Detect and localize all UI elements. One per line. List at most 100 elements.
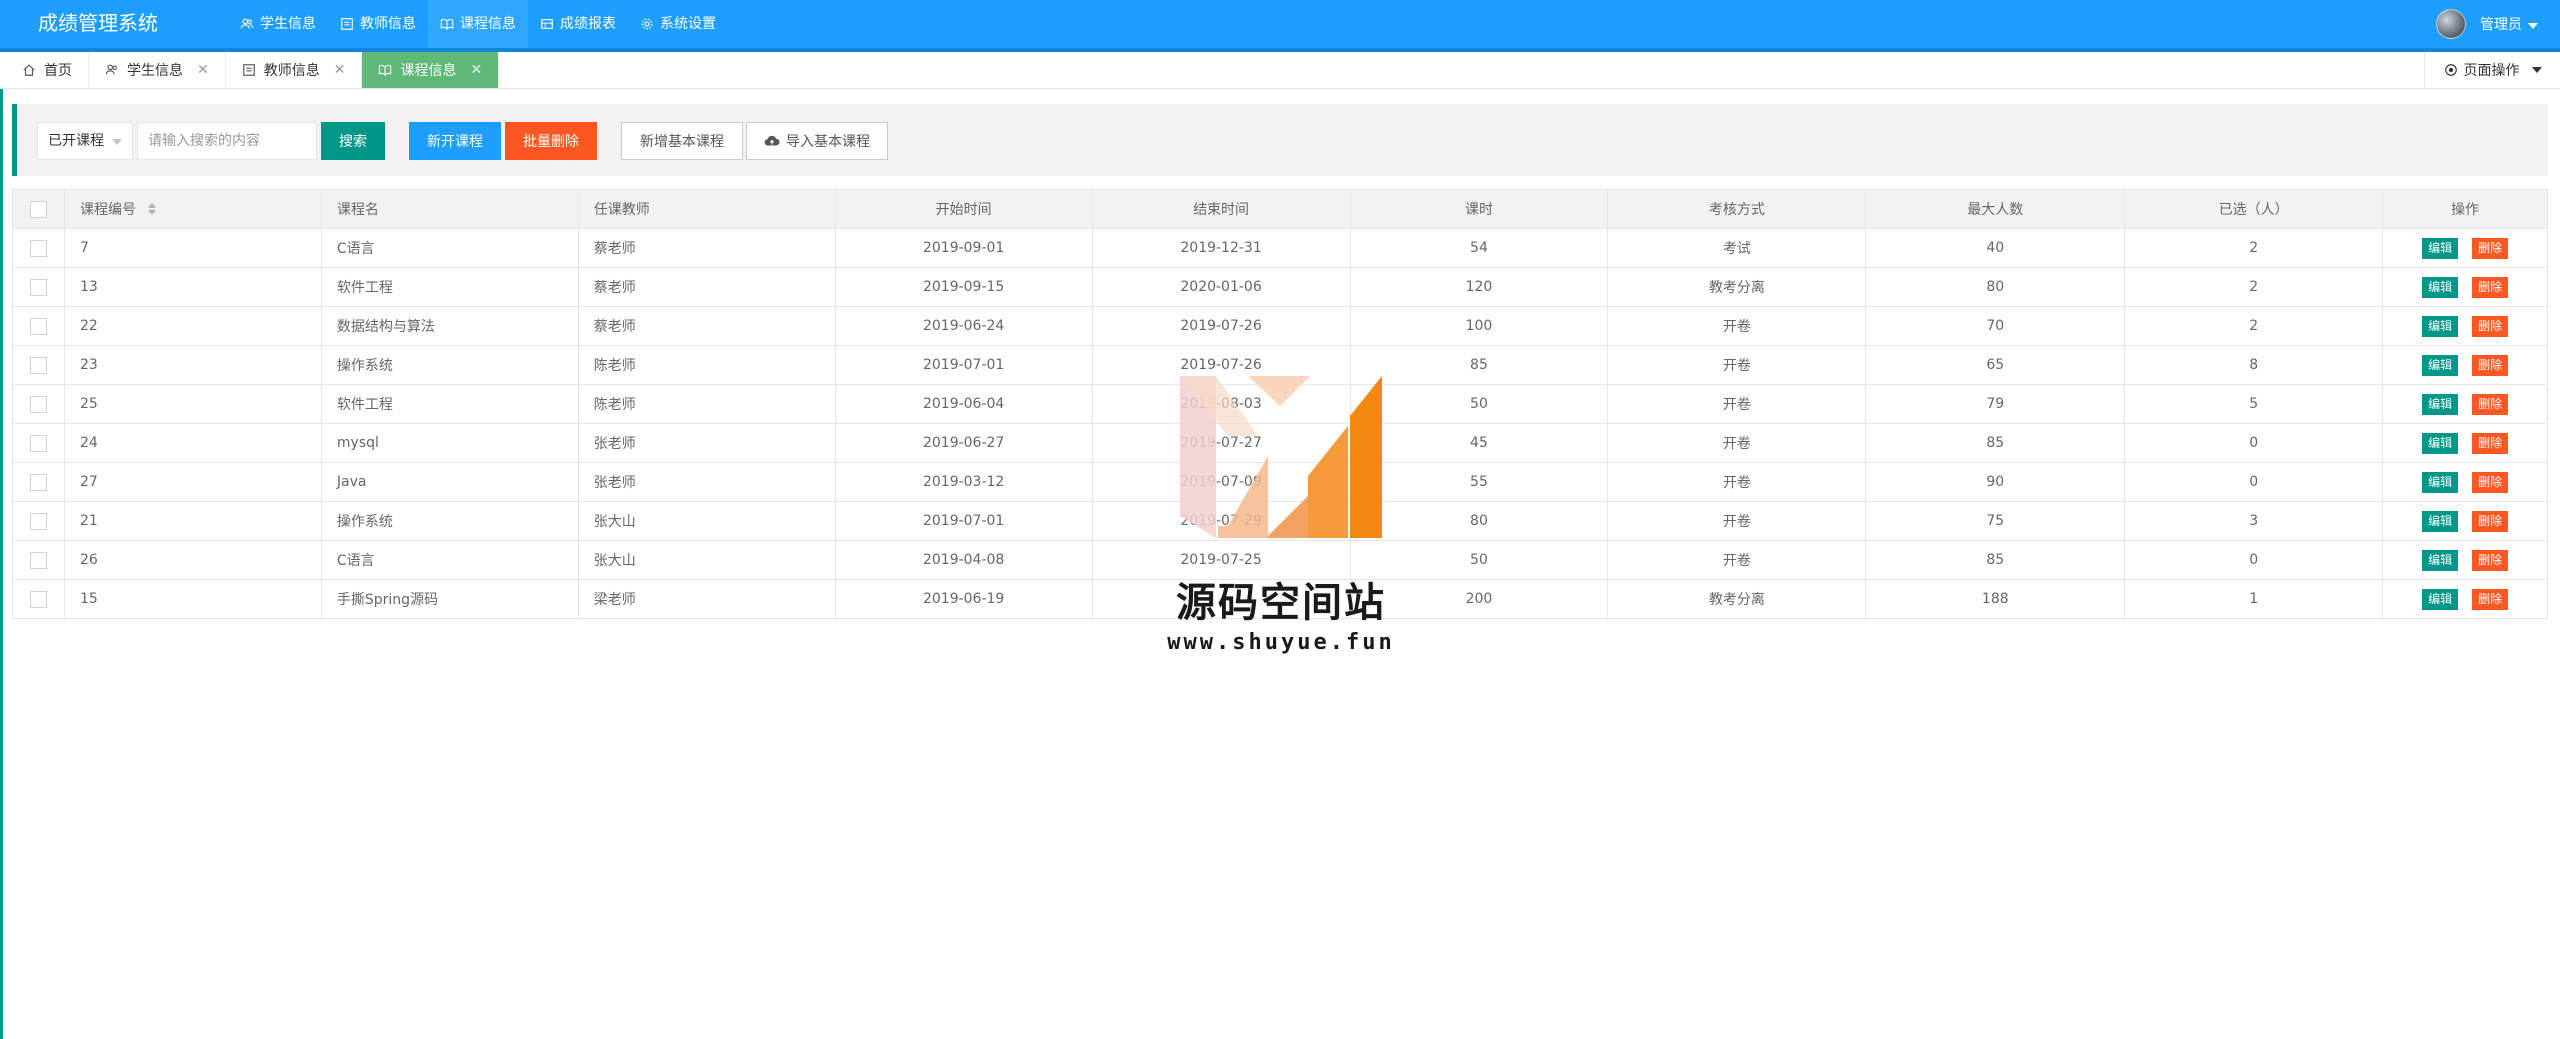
cell-course-id: 23 bbox=[65, 346, 322, 384]
cell-start-time: 2019-06-24 bbox=[836, 307, 1093, 345]
cell-end-time: 2019-08-03 bbox=[1093, 385, 1351, 423]
delete-button[interactable]: 删除 bbox=[2472, 276, 2509, 298]
edit-button[interactable]: 编辑 bbox=[2422, 510, 2459, 532]
cell-actions: 编辑 删除 bbox=[2383, 229, 2549, 267]
delete-button[interactable]: 删除 bbox=[2472, 237, 2509, 259]
table-row[interactable]: 25 软件工程 陈老师 2019-06-04 2019-08-03 50 开卷 79 5 编辑 删除 bbox=[13, 385, 2549, 424]
tab-home[interactable]: 首页 bbox=[6, 52, 89, 88]
row-checkbox[interactable] bbox=[29, 278, 47, 296]
select-all-checkbox[interactable] bbox=[29, 200, 47, 218]
tab-label: 首页 bbox=[44, 63, 72, 79]
edit-button[interactable]: 编辑 bbox=[2422, 354, 2459, 376]
edit-button[interactable]: 编辑 bbox=[2422, 393, 2459, 415]
cell-actions: 编辑 删除 bbox=[2383, 580, 2549, 618]
table-row[interactable]: 23 操作系统 陈老师 2019-07-01 2019-07-26 85 开卷 65 8 编辑 删除 bbox=[13, 346, 2549, 385]
cell-course-name: 操作系统 bbox=[322, 502, 579, 540]
delete-button[interactable]: 删除 bbox=[2472, 549, 2509, 571]
search-input[interactable] bbox=[137, 122, 317, 160]
close-icon[interactable]: ✕ bbox=[470, 62, 482, 78]
batch-delete-button[interactable]: 批量删除 bbox=[505, 122, 597, 160]
table-row[interactable]: 7 C语言 蔡老师 2019-09-01 2019-12-31 54 考试 40 2 编辑 删除 bbox=[13, 229, 2549, 268]
close-icon[interactable]: ✕ bbox=[334, 62, 346, 78]
row-checkbox-cell bbox=[13, 307, 65, 345]
row-checkbox-cell bbox=[13, 502, 65, 540]
user-menu[interactable]: 管理员 bbox=[2436, 0, 2538, 48]
row-checkbox[interactable] bbox=[29, 434, 47, 452]
id-card-icon bbox=[341, 18, 353, 30]
edit-button[interactable]: 编辑 bbox=[2422, 549, 2459, 571]
cell-end-time: 2019-07-09 bbox=[1093, 463, 1351, 501]
row-checkbox-cell bbox=[13, 229, 65, 267]
table-row[interactable]: 22 数据结构与算法 蔡老师 2019-06-24 2019-07-26 100 开卷 70 2… bbox=[13, 307, 2549, 346]
cell-start-time: 2019-06-19 bbox=[836, 580, 1093, 618]
nav-item-students[interactable]: 学生信息 bbox=[228, 0, 328, 48]
row-checkbox[interactable] bbox=[29, 356, 47, 374]
row-checkbox[interactable] bbox=[29, 551, 47, 569]
cell-teacher: 蔡老师 bbox=[579, 307, 836, 345]
cell-exam-type: 开卷 bbox=[1608, 502, 1867, 540]
delete-button[interactable]: 删除 bbox=[2472, 393, 2509, 415]
nav-item-courses[interactable]: 课程信息 bbox=[428, 0, 528, 48]
cell-max-students: 40 bbox=[1866, 229, 2126, 267]
table-row[interactable]: 24 mysql 张老师 2019-06-27 2019-07-27 45 开卷 85 0 编辑删… bbox=[13, 424, 2549, 463]
table-row[interactable]: 21 操作系统 张大山 2019-07-01 2019-07-29 80 开卷 75 3 编辑 删除 bbox=[13, 502, 2549, 541]
course-status-select[interactable]: 已开课程 bbox=[37, 122, 133, 160]
nav-item-settings[interactable]: 系统设置 bbox=[628, 0, 728, 48]
row-checkbox[interactable] bbox=[29, 317, 47, 335]
search-button[interactable]: 搜索 bbox=[321, 122, 385, 160]
import-basic-course-button[interactable]: 导入基本课程 bbox=[746, 122, 888, 160]
row-checkbox-cell bbox=[13, 541, 65, 579]
delete-button[interactable]: 删除 bbox=[2472, 315, 2509, 337]
watermark-title: 源码空间站 bbox=[1176, 580, 1386, 626]
delete-button[interactable]: 删除 bbox=[2472, 432, 2509, 454]
delete-button[interactable]: 删除 bbox=[2472, 471, 2509, 493]
app-logo[interactable]: 成绩管理系统 bbox=[38, 0, 158, 48]
cell-exam-type: 开卷 bbox=[1608, 541, 1867, 579]
avatar[interactable] bbox=[2436, 9, 2466, 39]
tab-teachers[interactable]: 教师信息 ✕ bbox=[226, 52, 363, 88]
header-course-id[interactable]: 课程编号 bbox=[65, 190, 322, 228]
cell-start-time: 2019-07-01 bbox=[836, 502, 1093, 540]
row-checkbox[interactable] bbox=[29, 473, 47, 491]
table-row[interactable]: 13 软件工程 蔡老师 2019-09-15 2020-01-06 120 教考分离 80 2 编… bbox=[13, 268, 2549, 307]
sort-icon[interactable] bbox=[147, 203, 156, 215]
cell-course-id: 27 bbox=[65, 463, 322, 501]
row-checkbox[interactable] bbox=[29, 590, 47, 608]
tab-courses[interactable]: 课程信息 ✕ bbox=[362, 52, 500, 88]
nav-item-reports[interactable]: 成绩报表 bbox=[528, 0, 628, 48]
cell-exam-type: 开卷 bbox=[1608, 385, 1867, 423]
edit-button[interactable]: 编辑 bbox=[2422, 432, 2459, 454]
add-basic-course-button[interactable]: 新增基本课程 bbox=[621, 122, 743, 160]
close-icon[interactable]: ✕ bbox=[197, 62, 209, 78]
cell-selected: 0 bbox=[2125, 541, 2384, 579]
row-checkbox[interactable] bbox=[29, 395, 47, 413]
header-end-time: 结束时间 bbox=[1093, 190, 1351, 228]
row-checkbox[interactable] bbox=[29, 239, 47, 257]
cell-selected: 5 bbox=[2125, 385, 2384, 423]
edit-button[interactable]: 编辑 bbox=[2422, 471, 2459, 493]
users-icon bbox=[240, 18, 254, 29]
edit-button[interactable]: 编辑 bbox=[2422, 588, 2459, 610]
nav-item-teachers[interactable]: 教师信息 bbox=[328, 0, 428, 48]
table-row[interactable]: 27 Java 张老师 2019-03-12 2019-07-09 55 开卷 90 0 编辑 删除 bbox=[13, 463, 2549, 502]
header-exam-type: 考核方式 bbox=[1608, 190, 1867, 228]
cell-end-time: 2019-07-29 bbox=[1093, 502, 1351, 540]
row-checkbox[interactable] bbox=[29, 512, 47, 530]
button-label: 导入基本课程 bbox=[786, 133, 870, 149]
delete-button[interactable]: 删除 bbox=[2472, 510, 2509, 532]
cell-actions: 编辑 删除 bbox=[2383, 502, 2549, 540]
delete-button[interactable]: 删除 bbox=[2472, 354, 2509, 376]
edit-button[interactable]: 编辑 bbox=[2422, 237, 2459, 259]
cell-course-name: C语言 bbox=[322, 541, 579, 579]
cell-max-students: 188 bbox=[1866, 580, 2126, 618]
new-course-button[interactable]: 新开课程 bbox=[409, 122, 501, 160]
page-operations-menu[interactable]: 页面操作 bbox=[2424, 52, 2560, 88]
tab-students[interactable]: 学生信息 ✕ bbox=[89, 52, 226, 88]
table-icon bbox=[541, 19, 553, 29]
user-name[interactable]: 管理员 bbox=[2480, 14, 2538, 34]
header-start-time: 开始时间 bbox=[836, 190, 1093, 228]
delete-button[interactable]: 删除 bbox=[2472, 588, 2509, 610]
edit-button[interactable]: 编辑 bbox=[2422, 276, 2459, 298]
edit-button[interactable]: 编辑 bbox=[2422, 315, 2459, 337]
cell-course-name: mysql bbox=[322, 424, 579, 462]
